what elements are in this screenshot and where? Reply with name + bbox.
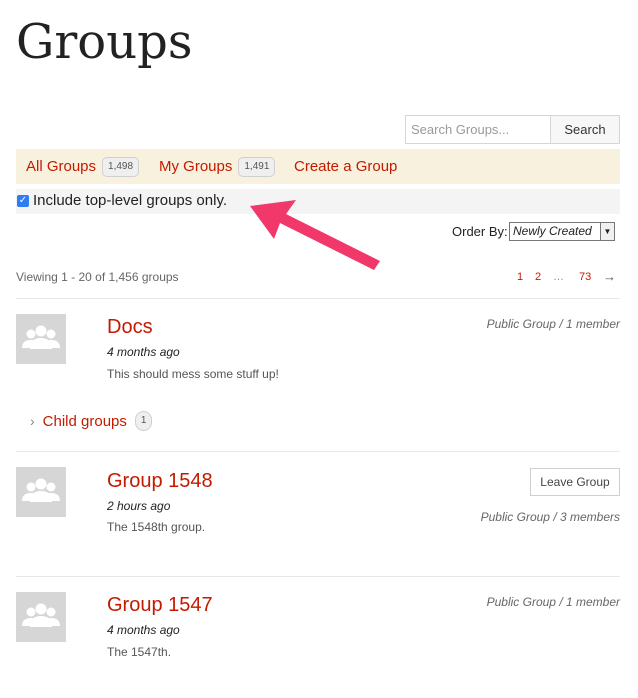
group-type-members: Public Group / 1 member [486,317,620,331]
next-page-arrow[interactable]: → [603,269,616,284]
tab-create-group[interactable]: Create a Group [294,149,397,184]
viewing-count: Viewing 1 - 20 of 1,456 groups [16,270,179,284]
page-title: Groups [16,14,193,70]
group-avatar-icon[interactable] [16,314,66,364]
search-input[interactable] [405,115,551,144]
page-link-1[interactable]: 1 [517,271,523,283]
group-name-link[interactable]: Group 1547 [107,593,213,617]
group-description: The 1548th group. [107,520,206,534]
group-avatar-icon[interactable] [16,592,66,642]
child-groups-toggle[interactable]: › Child groups 1 [30,411,153,431]
group-name-link[interactable]: Docs [107,315,153,339]
tab-all-groups[interactable]: All Groups 1,498 [26,149,140,184]
divider [16,576,620,577]
order-by-value: Newly Created [513,224,592,238]
group-avatar-icon[interactable] [16,467,66,517]
top-level-label: Include top-level groups only. [33,192,228,209]
divider [16,298,620,299]
group-tabs: All Groups 1,498 My Groups 1,491 Create … [16,149,620,184]
page-ellipsis: … [553,271,564,283]
divider [16,451,620,452]
child-groups-count: 1 [134,411,153,431]
group-last-active: 2 hours ago [107,499,171,513]
arrow-annotation-icon [250,200,380,270]
group-type-members: Public Group / 1 member [486,595,620,609]
child-groups-label: Child groups [42,412,127,430]
group-type-members: Public Group / 3 members [480,510,620,524]
tab-label: All Groups [26,158,97,175]
tab-count-badge: 1,491 [238,156,276,177]
tab-count-badge: 1,498 [102,156,140,177]
leave-group-button[interactable]: Leave Group [530,468,620,496]
group-description: The 1547th. [107,645,172,659]
search-button[interactable]: Search [550,115,620,144]
page-link-2[interactable]: 2 [535,271,541,283]
chevron-right-icon: › [30,413,35,429]
order-by-select[interactable]: Newly Created ▼ [509,222,615,241]
group-last-active: 4 months ago [107,345,180,359]
top-level-checkbox[interactable]: ✓ [17,195,29,207]
tab-label: My Groups [159,158,233,175]
group-name-link[interactable]: Group 1548 [107,469,213,493]
chevron-down-icon: ▼ [600,223,614,240]
page-link-73[interactable]: 73 [579,271,591,283]
tab-my-groups[interactable]: My Groups 1,491 [159,149,276,184]
order-by-label: Order By: [452,224,508,239]
group-description: This should mess some stuff up! [107,367,279,381]
group-last-active: 4 months ago [107,623,180,637]
tab-label: Create a Group [294,158,398,175]
